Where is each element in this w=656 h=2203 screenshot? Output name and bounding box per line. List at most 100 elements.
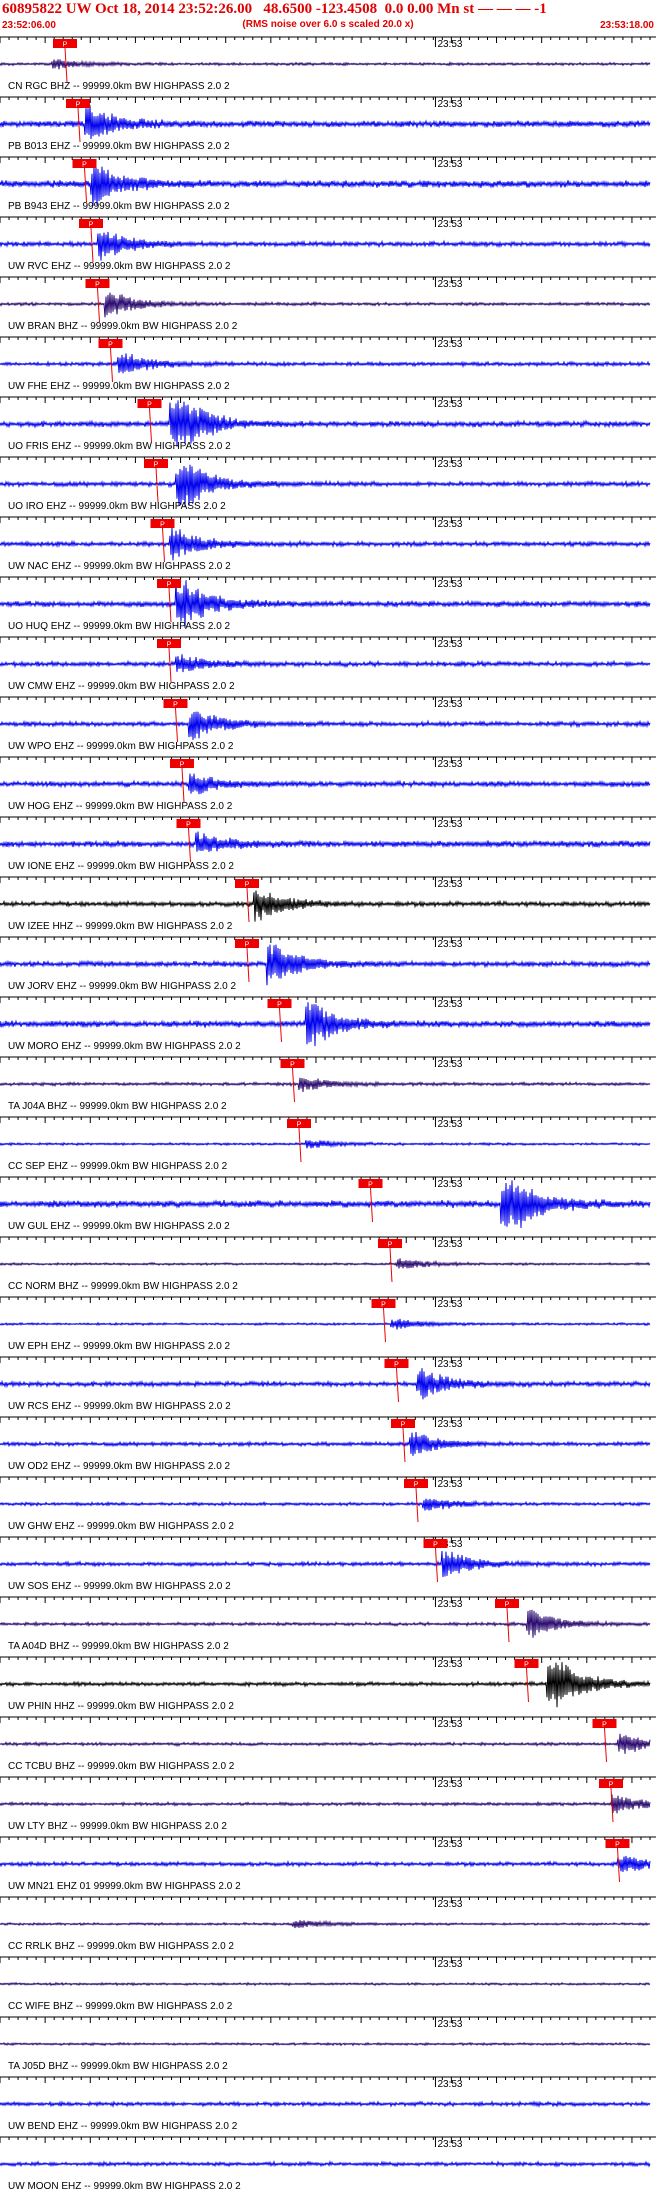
waveform-trace xyxy=(0,1318,651,1330)
minute-label: 23:53 xyxy=(437,1419,462,1430)
waveform-trace xyxy=(0,1077,651,1093)
station-label: UW PHIN HHZ -- 99999.0km BW HIGHPASS 2.0… xyxy=(8,1701,234,1712)
waveform-trace xyxy=(0,654,651,673)
waveform-trace xyxy=(0,1733,651,1754)
pick-label: P xyxy=(401,1422,406,1429)
waveform-trace xyxy=(0,1981,651,1987)
pick-label: P xyxy=(167,642,172,649)
minute-label: 23:53 xyxy=(437,879,462,890)
station-label: UW OD2 EHZ -- 99999.0km BW HIGHPASS 2.0 … xyxy=(8,1461,231,1472)
pick-label: P xyxy=(147,402,152,409)
pick-label: P xyxy=(160,522,165,529)
waveform-trace xyxy=(0,773,651,795)
minute-label: 23:53 xyxy=(437,759,462,770)
minute-label: 23:53 xyxy=(437,2019,462,2030)
pick-label: P xyxy=(505,1602,510,1609)
minute-label: 23:53 xyxy=(437,699,462,710)
station-label: CC TCBU BHZ -- 99999.0km BW HIGHPASS 2.0… xyxy=(8,1761,235,1772)
waveform-trace xyxy=(0,831,651,852)
waveform-trace xyxy=(0,1794,651,1814)
pick-label: P xyxy=(76,102,81,109)
waveform-trace xyxy=(0,231,651,261)
station-label: CC NORM BHZ -- 99999.0km BW HIGHPASS 2.0… xyxy=(8,1281,238,1292)
minute-label: 23:53 xyxy=(437,1659,462,1670)
pick-label: P xyxy=(615,1842,620,1849)
waveform-trace xyxy=(0,527,651,561)
waveform-trace xyxy=(0,1140,651,1149)
waveform-trace xyxy=(0,59,651,70)
station-label: CC RRLK BHZ -- 99999.0km BW HIGHPASS 2.0… xyxy=(8,1941,234,1952)
station-label: UW BRAN BHZ -- 99999.0km BW HIGHPASS 2.0… xyxy=(8,321,238,332)
pick-label: P xyxy=(368,1182,373,1189)
station-label: TA J05D BHZ -- 99999.0km BW HIGHPASS 2.0… xyxy=(8,2061,228,2072)
station-label: UW RCS EHZ -- 99999.0km BW HIGHPASS 2.0 … xyxy=(8,1401,231,1412)
waveform-trace xyxy=(0,1258,651,1269)
pick-line xyxy=(298,1127,302,1163)
waveform-trace xyxy=(0,1002,651,1047)
pick-label: P xyxy=(602,1722,607,1729)
minute-label: 23:53 xyxy=(437,1479,462,1490)
pick-label: P xyxy=(154,462,159,469)
seismogram-traces: 23:53 P CN RGC BHZ -- 99999.0km BW HIGHPAS… xyxy=(0,36,656,2192)
pick-line xyxy=(415,1487,419,1523)
waveform-trace xyxy=(0,105,651,140)
station-label: UW LTY BHZ -- 99999.0km BW HIGHPASS 2.0 … xyxy=(8,1821,227,1832)
waveform-trace xyxy=(0,2100,651,2108)
pick-label: P xyxy=(245,882,250,889)
rms-note: (RMS noise over 6.0 s scaled 20.0 x) xyxy=(242,19,414,30)
station-label: UO IRO EHZ -- 99999.0km BW HIGHPASS 2.0 … xyxy=(8,501,226,512)
minute-label: 23:53 xyxy=(437,339,462,350)
waveform-trace xyxy=(0,1368,651,1400)
pick-label: P xyxy=(297,1122,302,1129)
minute-label: 23:53 xyxy=(437,219,462,230)
minute-label: 23:53 xyxy=(437,1779,462,1790)
minute-label: 23:53 xyxy=(437,399,462,410)
station-label: UW HOG EHZ -- 99999.0km BW HIGHPASS 2.0 … xyxy=(8,801,233,812)
pick-label: P xyxy=(95,282,100,289)
station-label: UW CMW EHZ -- 99999.0km BW HIGHPASS 2.0 … xyxy=(8,681,235,692)
minute-label: 23:53 xyxy=(437,939,462,950)
station-label: UW FHE EHZ -- 99999.0km BW HIGHPASS 2.0 … xyxy=(8,381,230,392)
minute-label: 23:53 xyxy=(437,1239,462,1250)
station-label: UW SOS EHZ -- 99999.0km BW HIGHPASS 2.0 … xyxy=(8,1581,231,1592)
minute-label: 23:53 xyxy=(437,1719,462,1730)
waveform-trace xyxy=(0,1609,651,1638)
event-title: 60895822 UW Oct 18, 2014 23:52:26.00 48.… xyxy=(2,1,547,17)
pick-line xyxy=(155,467,159,503)
minute-label: 23:53 xyxy=(437,1119,462,1130)
minute-label: 23:53 xyxy=(437,1959,462,1970)
waveform-trace xyxy=(0,1431,651,1456)
waveform-trace xyxy=(0,2159,651,2168)
minute-label: 23:53 xyxy=(437,819,462,830)
station-label: UW BEND EHZ -- 99999.0km BW HIGHPASS 2.0… xyxy=(8,2121,238,2132)
pick-line xyxy=(389,1247,393,1283)
pick-label: P xyxy=(173,702,178,709)
pick-label: P xyxy=(63,42,68,49)
pick-label: P xyxy=(167,582,172,589)
station-label: UO FRIS EHZ -- 99999.0km BW HIGHPASS 2.0… xyxy=(8,441,231,452)
station-label: PB B943 EHZ -- 99999.0km BW HIGHPASS 2.0… xyxy=(8,201,230,212)
station-label: TA A04D BHZ -- 99999.0km BW HIGHPASS 2.0… xyxy=(8,1641,229,1652)
station-label: UW MOON EHZ -- 99999.0km BW HIGHPASS 2.0… xyxy=(8,2181,241,2192)
minute-label: 23:53 xyxy=(437,279,462,290)
station-label: UW EPH EHZ -- 99999.0km BW HIGHPASS 2.0 … xyxy=(8,1341,231,1352)
station-label: UW WPO EHZ -- 99999.0km BW HIGHPASS 2.0 … xyxy=(8,741,234,752)
minute-label: 23:53 xyxy=(437,519,462,530)
pick-label: P xyxy=(388,1242,393,1249)
end-time: 23:53:18.00 xyxy=(600,20,654,31)
waveform-trace xyxy=(0,944,651,986)
pick-label: P xyxy=(277,1002,282,1009)
pick-label: P xyxy=(290,1062,295,1069)
station-label: CC SEP EHZ -- 99999.0km BW HIGHPASS 2.0 … xyxy=(8,1161,228,1172)
station-label: UW NAC EHZ -- 99999.0km BW HIGHPASS 2.0 … xyxy=(8,561,231,572)
minute-label: 23:53 xyxy=(437,1059,462,1070)
pick-label: P xyxy=(381,1302,386,1309)
pick-label: P xyxy=(186,822,191,829)
station-label: UW RVC EHZ -- 99999.0km BW HIGHPASS 2.0 … xyxy=(8,261,231,272)
station-label: TA J04A BHZ -- 99999.0km BW HIGHPASS 2.0… xyxy=(8,1101,227,1112)
minute-label: 23:53 xyxy=(437,1359,462,1370)
station-label: UW GUL EHZ -- 99999.0km BW HIGHPASS 2.0 … xyxy=(8,1221,230,1232)
station-label: UW MN21 EHZ 01 99999.0km BW HIGHPASS 2.0… xyxy=(8,1881,241,1892)
minute-label: 23:53 xyxy=(437,999,462,1010)
pick-label: P xyxy=(245,942,250,949)
